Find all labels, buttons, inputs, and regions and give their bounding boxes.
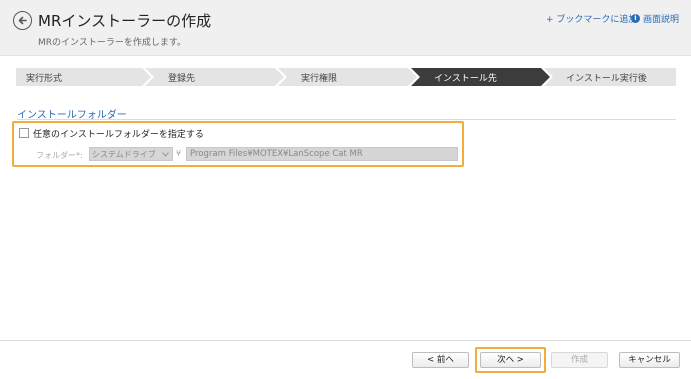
- step-shape-3: [278, 68, 417, 86]
- help-label: 画面説明: [643, 15, 680, 25]
- wizard-steps: 実行形式 登録先 実行権限 インストール先 インストール実行後: [16, 68, 676, 86]
- step-post-install: インストール実行後: [566, 74, 647, 84]
- page-title: MRインストーラーの作成: [38, 12, 212, 30]
- section-divider: [17, 119, 676, 120]
- step-execution-format: 実行形式: [26, 74, 63, 84]
- page-header: MRインストーラーの作成 MRのインストーラーを作成します。 + ブックマークに…: [0, 0, 691, 56]
- info-icon: i: [631, 14, 640, 23]
- step-registration: 登録先: [168, 74, 196, 84]
- folder-path-input[interactable]: Program Files¥MOTEX¥LanScope Cat MR: [186, 147, 458, 161]
- drive-select-value: システムドライブ: [92, 150, 156, 159]
- prev-button[interactable]: < 前へ: [412, 352, 469, 368]
- back-icon[interactable]: [13, 11, 32, 30]
- add-bookmark-link[interactable]: + ブックマークに追加: [546, 12, 637, 25]
- next-button[interactable]: 次へ >: [480, 352, 541, 368]
- drive-select[interactable]: システムドライブ: [89, 147, 173, 161]
- path-separator: ¥: [176, 149, 182, 158]
- folder-label: フォルダー*:: [36, 151, 83, 160]
- help-link[interactable]: i 画面説明: [631, 12, 679, 25]
- custom-folder-checkbox-label[interactable]: 任意のインストールフォルダーを指定する: [33, 127, 204, 140]
- step-privileges: 実行権限: [301, 74, 338, 84]
- folder-path-value: Program Files¥MOTEX¥LanScope Cat MR: [190, 149, 363, 159]
- page-subtitle: MRのインストーラーを作成します。: [38, 38, 186, 48]
- step-install-location: インストール先: [434, 74, 497, 84]
- create-button[interactable]: 作成: [551, 352, 608, 368]
- chevron-down-icon: [162, 152, 169, 157]
- footer-divider: [0, 340, 691, 341]
- custom-folder-checkbox[interactable]: [19, 128, 29, 138]
- cancel-button[interactable]: キャンセル: [619, 352, 680, 368]
- step-shape-2: [145, 68, 284, 86]
